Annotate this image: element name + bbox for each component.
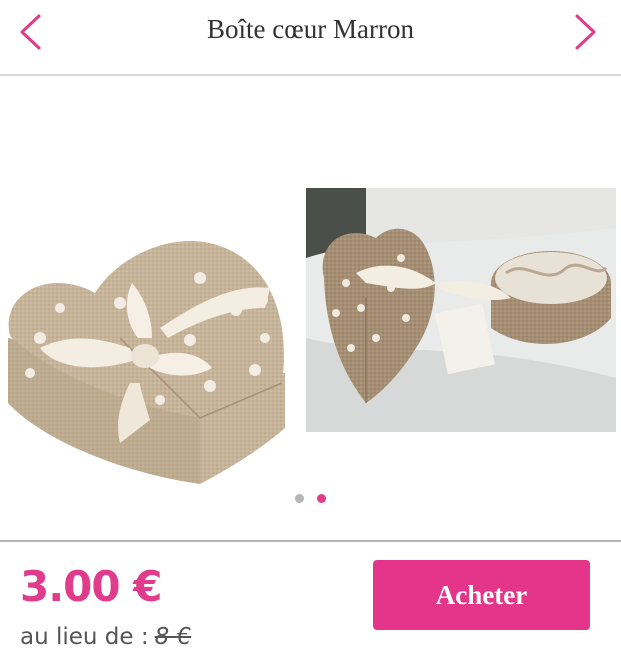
was-label: au lieu de :: [20, 624, 149, 650]
next-button[interactable]: [566, 12, 606, 52]
product-photo-styled: [306, 188, 616, 432]
chevron-right-icon: [575, 14, 596, 50]
original-price-line: au lieu de :8 €: [20, 624, 191, 650]
carousel-dot-2[interactable]: [317, 494, 326, 503]
old-price: 8 €: [154, 624, 192, 650]
page-title: Boîte cœur Marron: [207, 14, 414, 44]
footer-divider: [0, 540, 621, 542]
carousel-indicator: [0, 494, 621, 506]
top-bar: Boîte cœur Marron: [0, 0, 621, 76]
product-image-carousel[interactable]: [0, 78, 621, 540]
current-price: 3.00 €: [20, 562, 162, 611]
buy-button[interactable]: Acheter: [373, 560, 590, 630]
product-photo-heart-box: [8, 240, 285, 484]
carousel-dot-1[interactable]: [295, 494, 304, 503]
